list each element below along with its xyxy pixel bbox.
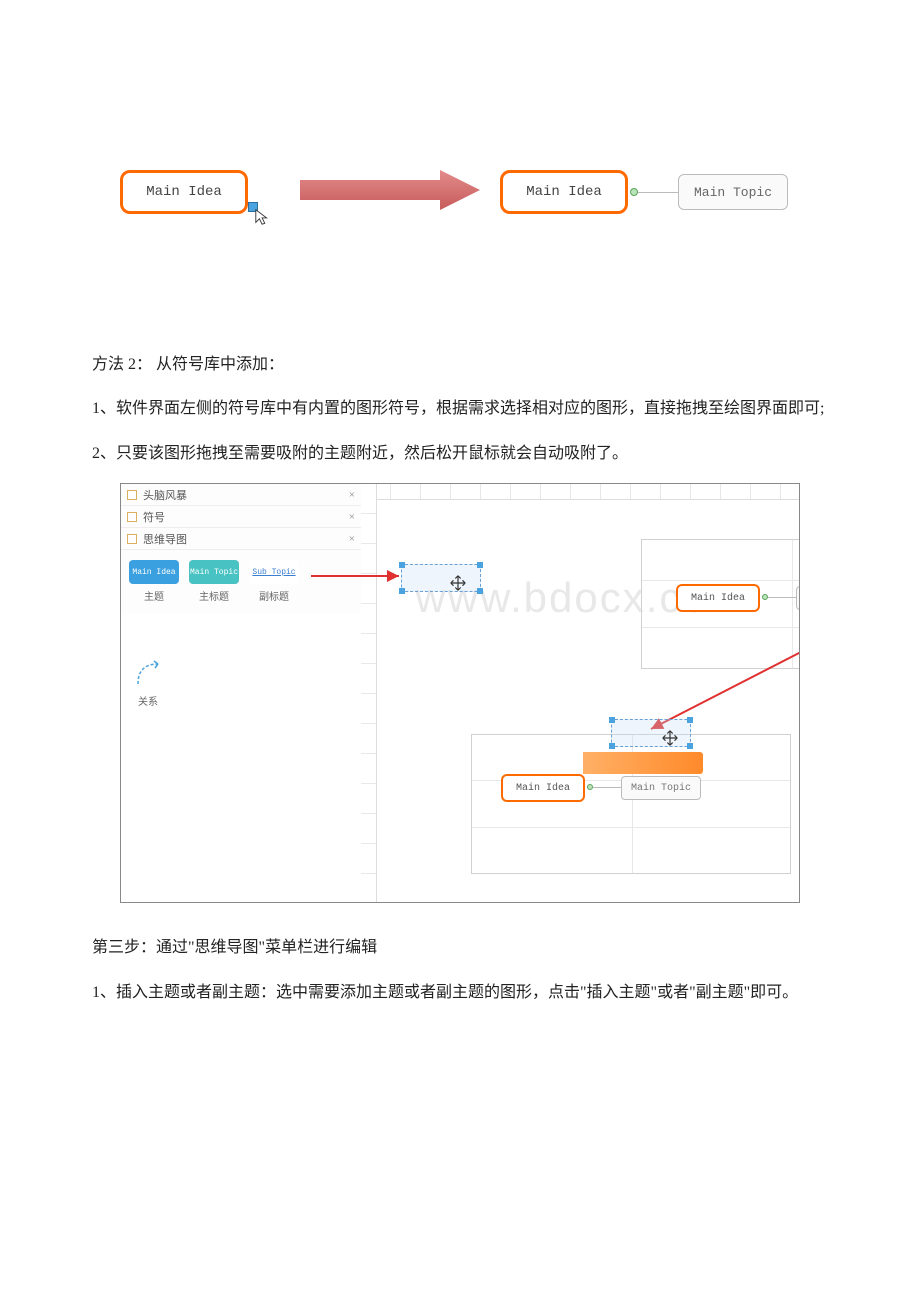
main-topic-node[interactable]: Main Topic <box>621 776 701 800</box>
main-idea-node[interactable]: Main Idea <box>676 584 760 612</box>
panel-row-mindmap[interactable]: 思维导图 × <box>121 528 361 550</box>
row-label: 思维导图 <box>143 531 187 547</box>
drawing-canvas[interactable]: www.bdocx.com Main Idea <box>361 484 799 902</box>
palette-label: 副标题 <box>259 588 289 603</box>
main-idea-node-right: Main Idea <box>500 170 628 214</box>
palette-box: Sub Topic <box>249 560 299 584</box>
panel-row-symbols[interactable]: 符号 × <box>121 506 361 528</box>
main-topic-label: Main Topic <box>694 185 772 200</box>
relation-arc-icon <box>133 659 163 689</box>
connector-line <box>768 597 796 598</box>
main-idea-label: Main Idea <box>146 184 222 200</box>
row-label: 符号 <box>143 509 165 525</box>
screenshot-figure: 头脑风暴 × 符号 × 思维导图 × Main Idea 主题 Main T <box>120 483 800 903</box>
main-idea-label: Main Idea <box>691 593 745 604</box>
palette-box: Main Idea <box>129 560 179 584</box>
relation-label: 关系 <box>138 693 158 708</box>
main-idea-label: Main Idea <box>526 184 602 200</box>
palette-label: 主标题 <box>199 588 229 603</box>
main-topic-node[interactable]: Main Topic <box>796 586 800 610</box>
palette-box: Main Topic <box>189 560 239 584</box>
palette-item-relation[interactable]: 关系 <box>133 659 163 708</box>
method2-p1-text: 1、软件界面左侧的符号库中有内置的图形符号，根据需求选择相对应的图形，直接拖拽至… <box>92 400 824 417</box>
row-icon <box>127 490 137 500</box>
method2-paragraph-2: 2、只要该图形拖拽至需要吸附的主题附近，然后松开鼠标就会自动吸附了。 <box>60 439 860 469</box>
ruler-left <box>361 484 377 902</box>
close-icon[interactable]: × <box>349 533 355 545</box>
main-topic-label: Main Topic <box>631 783 691 794</box>
symbol-library-panel: 头脑风暴 × 符号 × 思维导图 × Main Idea 主题 Main T <box>121 484 361 613</box>
method2-heading: 方法 2： 从符号库中添加： <box>60 350 860 380</box>
palette-item-main-idea[interactable]: Main Idea 主题 <box>129 560 179 603</box>
ruler-top <box>361 484 799 500</box>
row-label: 头脑风暴 <box>143 487 187 503</box>
main-idea-node[interactable]: Main Idea <box>501 774 585 802</box>
palette-item-sub-topic[interactable]: Sub Topic 副标题 <box>249 560 299 603</box>
palette-label: 主题 <box>144 588 164 603</box>
close-icon[interactable]: × <box>349 489 355 501</box>
main-idea-node-left: Main Idea <box>120 170 248 214</box>
move-cursor-icon <box>449 574 467 592</box>
main-topic-node: Main Topic <box>678 174 788 210</box>
connector-dot-icon <box>630 188 638 196</box>
step3-p1-text: 1、插入主题或者副主题：选中需要添加主题或者副主题的图形，点击"插入主题"或者"… <box>92 984 798 1001</box>
cursor-icon <box>254 208 272 226</box>
row-icon <box>127 512 137 522</box>
connector-line <box>593 787 621 788</box>
step3-heading: 第三步：通过"思维导图"菜单栏进行编辑 <box>60 933 860 963</box>
top-diagram: Main Idea Main Idea Main Topic <box>120 150 800 250</box>
close-icon[interactable]: × <box>349 511 355 523</box>
palette-item-main-topic[interactable]: Main Topic 主标题 <box>189 560 239 603</box>
method2-paragraph-1: 1、软件界面左侧的符号库中有内置的图形符号，根据需求选择相对应的图形，直接拖拽至… <box>60 394 860 424</box>
document-page: Main Idea Main Idea Main Topic 方法 2： 从符号… <box>0 0 920 1082</box>
main-idea-label: Main Idea <box>516 783 570 794</box>
ghost-drag-node[interactable] <box>401 564 481 592</box>
arrow-right-icon <box>300 168 480 212</box>
panel-row-brainstorm[interactable]: 头脑风暴 × <box>121 484 361 506</box>
row-icon <box>127 534 137 544</box>
connector-line <box>638 192 678 193</box>
ghost-drag-node[interactable] <box>611 719 691 747</box>
red-arrow-icon <box>311 569 406 581</box>
snap-highlight <box>583 752 703 774</box>
move-cursor-icon <box>661 729 679 747</box>
step3-paragraph-1: 1、插入主题或者副主题：选中需要添加主题或者副主题的图形，点击"插入主题"或者"… <box>60 978 860 1008</box>
